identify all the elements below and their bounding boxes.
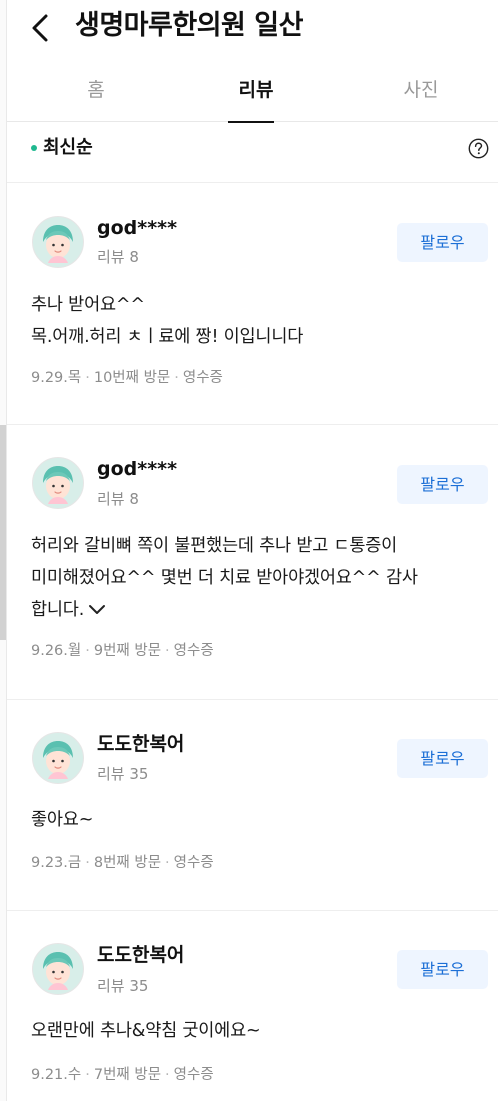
reviewer-review-count: 리뷰 35 (97, 977, 149, 995)
page-title: 생명마루한의원 일산 (75, 10, 303, 41)
reviewer-review-count: 리뷰 8 (97, 248, 139, 266)
review-text[interactable]: 좋아요~ (31, 804, 480, 836)
review-text-line: 목.어깨.허리 ㅊㅣ료에 짱! 이입니니다 (31, 327, 304, 347)
follow-button[interactable]: 팔로우 (397, 223, 488, 262)
tab-bar: 홈 리뷰 사진 (7, 60, 498, 123)
reviewer-nickname[interactable]: 도도한복어 (97, 943, 184, 967)
receipt-label: 영수증 (173, 855, 214, 871)
reviewer-nickname[interactable]: god**** (97, 216, 177, 240)
back-button[interactable] (29, 12, 55, 44)
tab-reviews[interactable]: 리뷰 (201, 60, 311, 123)
review-meta: 9.29.목 · 10번째 방문 · 영수증 (31, 370, 223, 386)
chevron-down-icon[interactable] (88, 604, 106, 616)
reviewer-nickname[interactable]: 도도한복어 (97, 732, 184, 756)
visit-date: 9.29.목 (31, 370, 82, 386)
visit-count: 10번째 방문 (93, 370, 171, 386)
page: 생명마루한의원 일산 홈 리뷰 사진 최신순 god**** 리뷰 8 팔로우 … (0, 0, 498, 1101)
review-item: god**** 리뷰 8 팔로우 추나 받어요^^ 목.어깨.허리 ㅊㅣ료에 짱… (7, 184, 498, 425)
review-text-line: 합니다. (31, 600, 85, 620)
review-text-line: 미미해졌어요^^ 몇번 더 치료 받아야겠어요^^ 감사 (31, 568, 418, 588)
review-meta: 9.23.금 · 8번째 방문 · 영수증 (31, 855, 214, 871)
reviewer-review-count: 리뷰 8 (97, 490, 139, 508)
tab-photos[interactable]: 사진 (366, 60, 476, 122)
review-text-line: 좋아요~ (31, 810, 94, 830)
review-text-line: 추나 받어요^^ (31, 295, 145, 315)
avatar[interactable] (32, 732, 84, 784)
visit-date: 9.26.월 (31, 643, 82, 659)
header: 생명마루한의원 일산 (7, 0, 498, 56)
receipt-label: 영수증 (173, 643, 214, 659)
review-text[interactable]: 허리와 갈비뼈 쪽이 불편했는데 추나 받고 ㄷ통증이 미미해졌어요^^ 몇번 … (31, 530, 480, 626)
review-item: 도도한복어 리뷰 35 팔로우 좋아요~ 9.23.금 · 8번째 방문 · 영수증 (7, 700, 498, 911)
review-item: 도도한복어 리뷰 35 팔로우 오랜만에 추나&약침 굿이에요~ 9.21.수 ·… (7, 911, 498, 1101)
question-circle-icon[interactable] (468, 138, 489, 159)
tab-label: 사진 (403, 79, 439, 101)
follow-button[interactable]: 팔로우 (397, 950, 488, 989)
receipt-label: 영수증 (182, 370, 223, 386)
sort-latest-button[interactable]: 최신순 (43, 136, 93, 160)
review-meta: 9.26.월 · 9번째 방문 · 영수증 (31, 643, 214, 659)
review-text-line: 허리와 갈비뼈 쪽이 불편했는데 추나 받고 ㄷ통증이 (31, 536, 398, 556)
tab-home[interactable]: 홈 (41, 60, 151, 122)
scrollbar-thumb[interactable] (0, 425, 6, 640)
sort-bar: 최신순 (7, 123, 498, 183)
follow-button[interactable]: 팔로우 (397, 739, 488, 778)
review-meta: 9.21.수 · 7번째 방문 · 영수증 (31, 1067, 214, 1083)
sort-indicator-dot (31, 145, 37, 151)
avatar[interactable] (32, 216, 84, 268)
visit-count: 7번째 방문 (93, 1067, 162, 1083)
visit-count: 9번째 방문 (93, 643, 162, 659)
review-text-line: 오랜만에 추나&약침 굿이에요~ (31, 1021, 261, 1041)
chevron-left-icon (32, 14, 48, 42)
follow-button[interactable]: 팔로우 (397, 465, 488, 504)
visit-count: 8번째 방문 (93, 855, 162, 871)
tab-label: 리뷰 (238, 79, 274, 101)
reviewer-nickname[interactable]: god**** (97, 457, 177, 481)
tab-label: 홈 (87, 79, 105, 101)
receipt-label: 영수증 (173, 1067, 214, 1083)
avatar[interactable] (32, 943, 84, 995)
review-item: god**** 리뷰 8 팔로우 허리와 갈비뼈 쪽이 불편했는데 추나 받고 … (7, 425, 498, 700)
review-text[interactable]: 추나 받어요^^ 목.어깨.허리 ㅊㅣ료에 짱! 이입니니다 (31, 289, 480, 353)
visit-date: 9.23.금 (31, 855, 82, 871)
avatar[interactable] (32, 457, 84, 509)
visit-date: 9.21.수 (31, 1067, 82, 1083)
reviewer-review-count: 리뷰 35 (97, 765, 149, 783)
review-text[interactable]: 오랜만에 추나&약침 굿이에요~ (31, 1015, 480, 1047)
